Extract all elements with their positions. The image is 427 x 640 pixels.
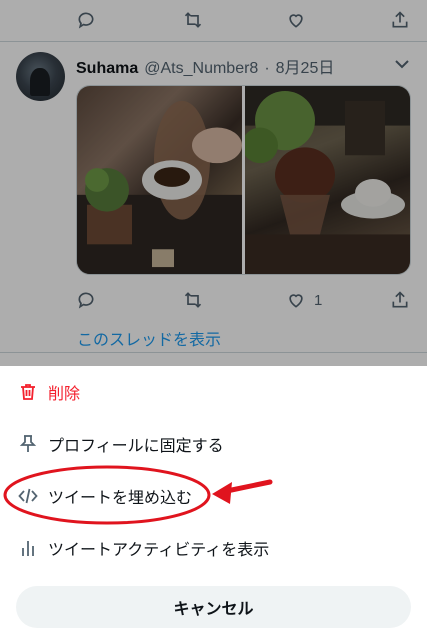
pin-to-profile-button[interactable]: プロフィールに固定する: [0, 418, 427, 470]
modal-backdrop[interactable]: [0, 0, 427, 366]
cancel-button[interactable]: キャンセル: [16, 586, 411, 628]
delete-label: 削除: [48, 384, 81, 403]
bar-chart-icon: [18, 538, 38, 558]
delete-button[interactable]: 削除: [0, 366, 427, 418]
activity-label: ツイートアクティビティを表示: [48, 540, 270, 559]
code-icon: [18, 486, 38, 506]
pin-icon: [18, 434, 38, 454]
embed-tweet-button[interactable]: ツイートを埋め込む: [0, 470, 427, 522]
pin-label: プロフィールに固定する: [48, 436, 224, 455]
view-activity-button[interactable]: ツイートアクティビティを表示: [0, 522, 427, 574]
embed-label: ツイートを埋め込む: [48, 488, 193, 507]
trash-icon: [18, 382, 38, 402]
